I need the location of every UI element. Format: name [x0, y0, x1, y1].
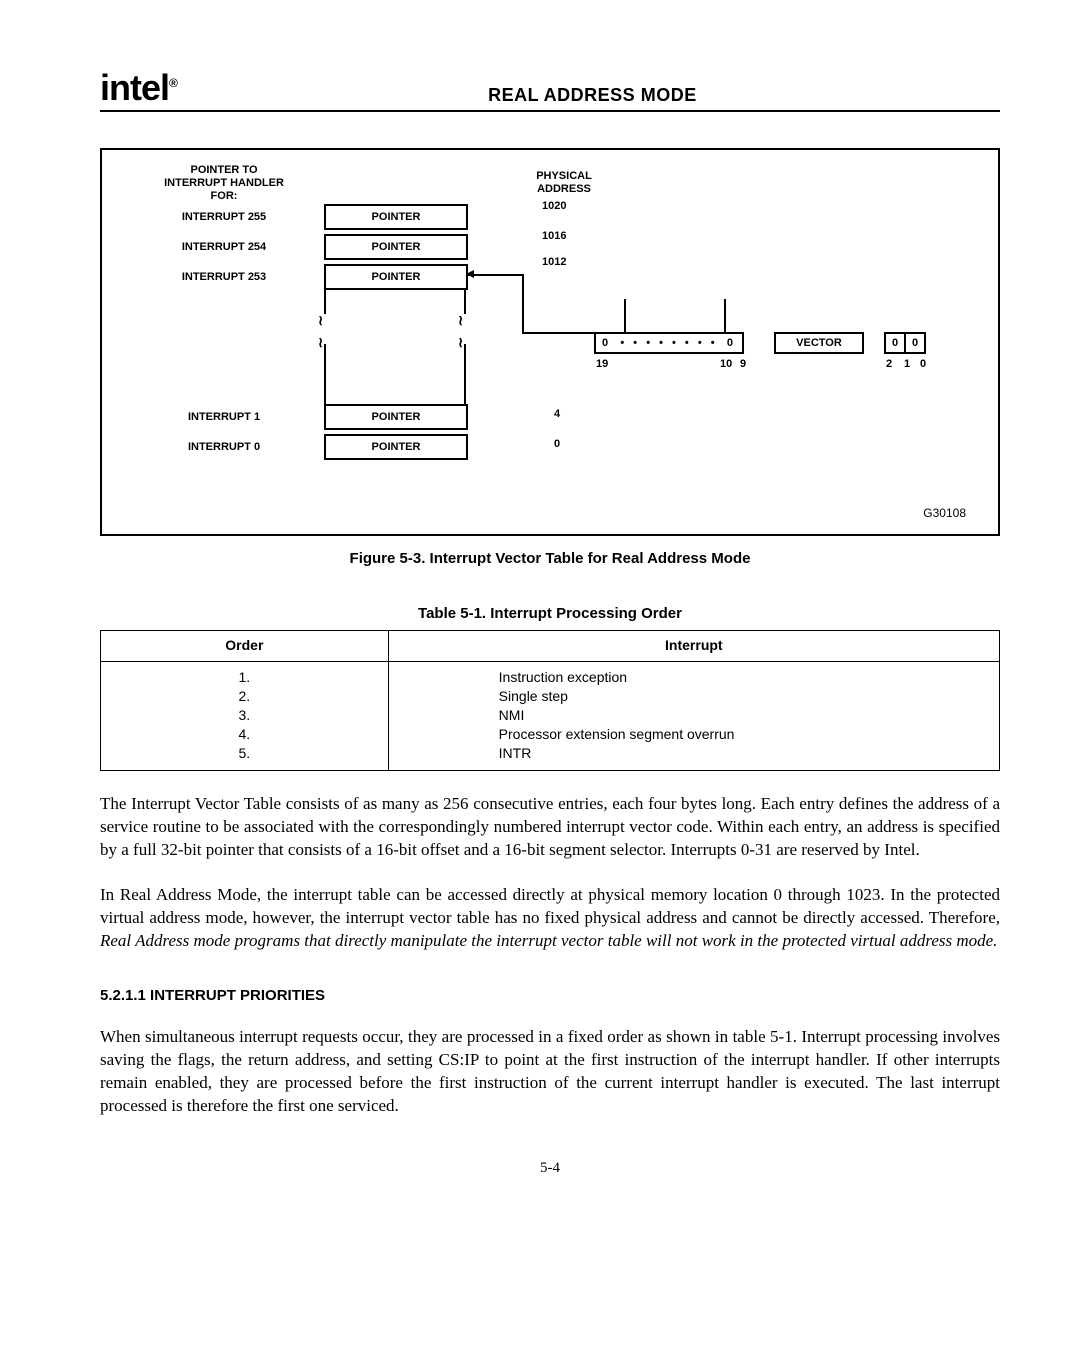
pointer-to-label: POINTER TO INTERRUPT HANDLER FOR:: [154, 164, 294, 204]
order-cell: 5.: [111, 744, 378, 763]
body-text: The Interrupt Vector Table consists of a…: [100, 793, 1000, 1117]
row-label: INTERRUPT 255: [164, 211, 284, 224]
addr-label: 4: [554, 408, 560, 420]
bit-label: 10: [720, 358, 732, 370]
pointer-box: POINTER: [324, 234, 468, 260]
figure-caption: Figure 5-3. Interrupt Vector Table for R…: [100, 550, 1000, 567]
row-label: INTERRUPT 0: [164, 441, 284, 454]
pointer-box: POINTER: [324, 264, 468, 290]
addr-label: 1012: [542, 256, 566, 268]
vec-left-zero: 0: [602, 337, 611, 349]
bit-label: 1: [904, 358, 910, 370]
paragraph: In Real Address Mode, the interrupt tabl…: [100, 884, 1000, 953]
interrupt-cell: NMI: [499, 706, 989, 725]
interrupt-order-table: Order Interrupt 1. 2. 3. 4. 5. Instructi…: [100, 630, 1000, 771]
bit-label: 19: [596, 358, 608, 370]
order-cell: 1.: [111, 668, 378, 687]
th-order: Order: [101, 631, 389, 662]
bit-label: 0: [920, 358, 926, 370]
header-title: REAL ADDRESS MODE: [185, 85, 1000, 106]
th-interrupt: Interrupt: [388, 631, 999, 662]
interrupt-cell: Processor extension segment overrun: [499, 725, 989, 744]
paragraph: The Interrupt Vector Table consists of a…: [100, 793, 1000, 862]
addr-label: 0: [554, 438, 560, 450]
interrupt-cell: Single step: [499, 687, 989, 706]
order-cell: 4.: [111, 725, 378, 744]
section-heading: 5.2.1.1 INTERRUPT PRIORITIES: [100, 987, 1000, 1004]
small-right: 0: [906, 337, 924, 349]
order-cell: 3.: [111, 706, 378, 725]
dots-icon: • • • • • • • •: [620, 337, 717, 349]
addr-label: 1016: [542, 230, 566, 242]
order-cell: 2.: [111, 687, 378, 706]
bit-label: 2: [886, 358, 892, 370]
small-left: 0: [886, 337, 904, 349]
pointer-box: POINTER: [324, 434, 468, 460]
vector-small-box: 0 0: [884, 332, 926, 354]
vector-zeros-box: 0 • • • • • • • • 0: [594, 332, 744, 354]
addr-label: 1020: [542, 200, 566, 212]
pointer-box: POINTER: [324, 204, 468, 230]
p2-plain: In Real Address Mode, the interrupt tabl…: [100, 885, 1000, 927]
row-label: INTERRUPT 254: [164, 241, 284, 254]
row-label: INTERRUPT 1: [164, 411, 284, 424]
p2-italic: Real Address mode programs that directly…: [100, 931, 997, 950]
table-row: 1. 2. 3. 4. 5. Instruction exception Sin…: [101, 662, 1000, 771]
pointer-box: POINTER: [324, 404, 468, 430]
page-number: 5-4: [100, 1160, 1000, 1177]
interrupt-cell: Instruction exception: [499, 668, 989, 687]
physical-address-label: PHYSICAL ADDRESS: [524, 170, 604, 196]
figure-box: POINTER TO INTERRUPT HANDLER FOR: PHYSIC…: [100, 148, 1000, 536]
paragraph: When simultaneous interrupt requests occ…: [100, 1026, 1000, 1118]
intel-logo: intel®: [100, 70, 177, 106]
table-caption: Table 5-1. Interrupt Processing Order: [100, 605, 1000, 622]
row-label: INTERRUPT 253: [164, 271, 284, 284]
figure-code: G30108: [923, 506, 966, 520]
vector-label-box: VECTOR: [774, 332, 864, 354]
page-header: intel® REAL ADDRESS MODE: [100, 70, 1000, 112]
vec-right-zero: 0: [727, 337, 736, 349]
interrupt-cell: INTR: [499, 744, 989, 763]
bit-label: 9: [740, 358, 746, 370]
